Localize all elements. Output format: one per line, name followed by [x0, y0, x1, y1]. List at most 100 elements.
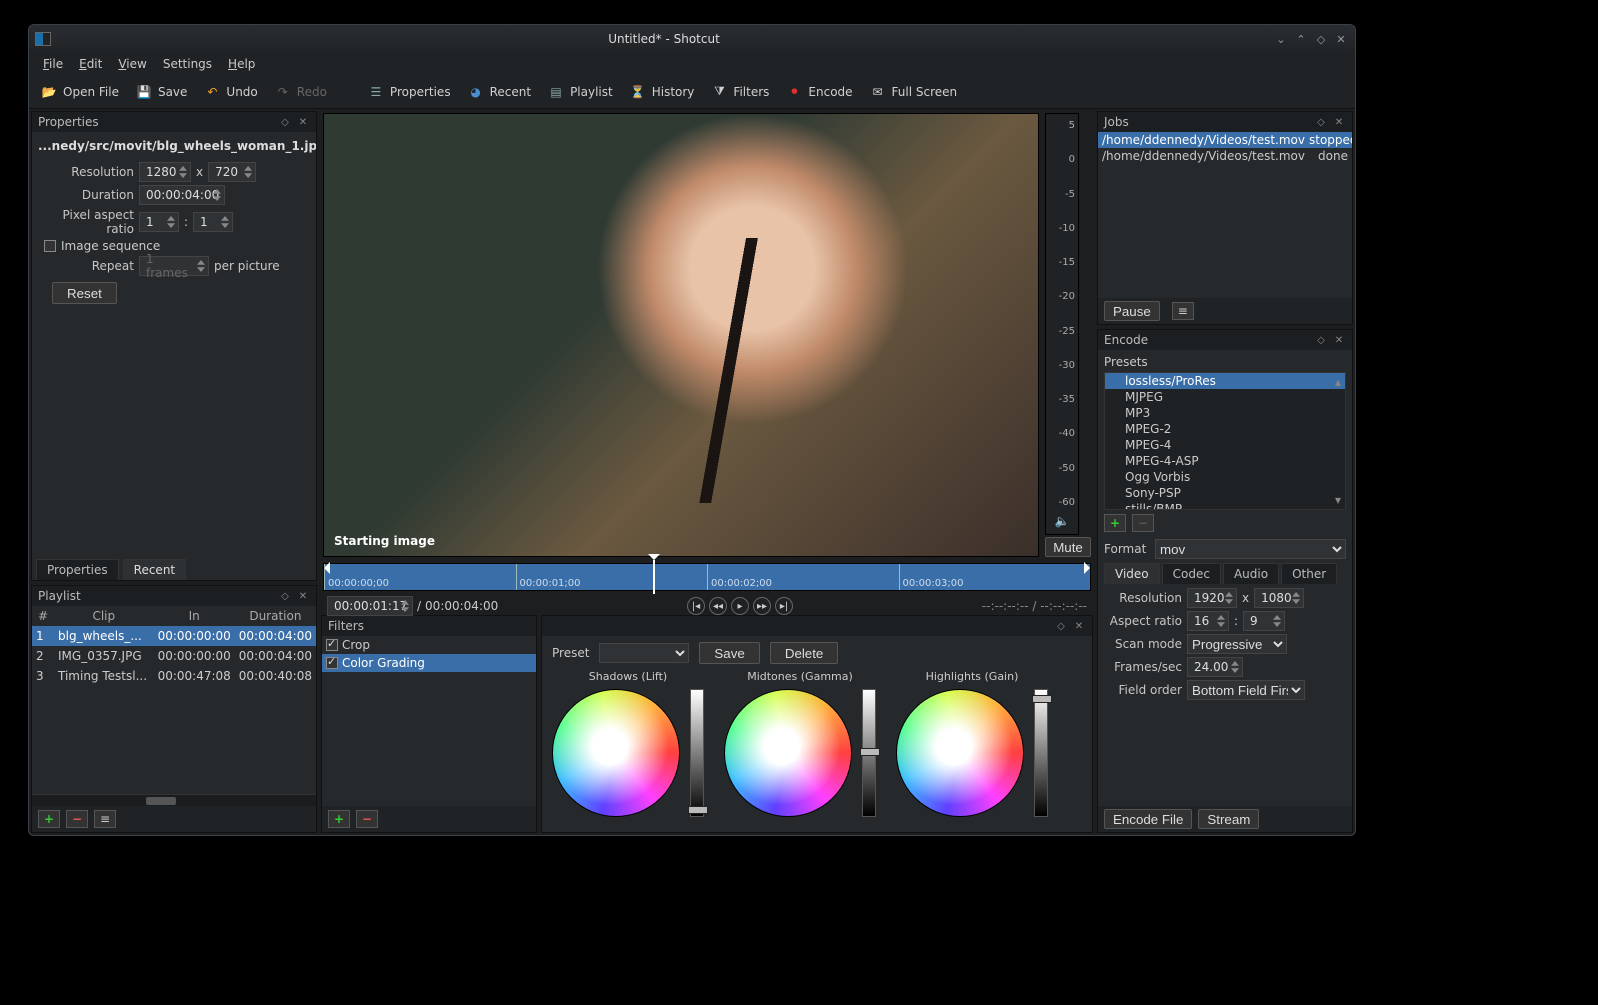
col-in[interactable]: In	[154, 606, 235, 626]
mute-button[interactable]: Mute	[1045, 537, 1091, 557]
preset-item[interactable]: Sony-PSP	[1105, 485, 1345, 501]
playlist-add-button[interactable]: +	[38, 810, 60, 828]
filter-add-button[interactable]: +	[328, 810, 350, 828]
enc-ar-a-field[interactable]: 16	[1187, 611, 1229, 631]
jobs-menu-button[interactable]: ≡	[1172, 302, 1194, 320]
tab-codec[interactable]: Codec	[1162, 563, 1221, 584]
panel-float-icon[interactable]: ◇	[278, 589, 292, 603]
timeline-ruler[interactable]: 00:00:00;0000:00:01;0000:00:02;0000:00:0…	[323, 563, 1091, 591]
tab-audio[interactable]: Audio	[1223, 563, 1279, 584]
table-row[interactable]: 3Timing Testsl...00:00:47:0800:00:40:08	[32, 666, 316, 686]
filter-item[interactable]: Color Grading	[322, 654, 536, 672]
history-button[interactable]: ⏳History	[624, 80, 700, 104]
enc-field-select[interactable]: Bottom Field First	[1187, 680, 1305, 700]
preset-item[interactable]: Ogg Vorbis	[1105, 469, 1345, 485]
shadows-wheel[interactable]	[552, 689, 680, 817]
duration-field[interactable]: 00:00:04:00	[139, 185, 225, 205]
highlights-slider[interactable]	[1034, 689, 1048, 817]
preset-item[interactable]: MJPEG	[1105, 389, 1345, 405]
preset-item[interactable]: MPEG-4	[1105, 437, 1345, 453]
filter-checkbox[interactable]	[326, 657, 338, 669]
minimize-button[interactable]: ⌄	[1273, 31, 1289, 47]
preset-delete-button[interactable]: Delete	[770, 642, 839, 664]
panel-float-icon[interactable]: ◇	[1314, 115, 1328, 129]
preset-item[interactable]: stills/BMP	[1105, 501, 1345, 510]
table-row[interactable]: 1blg_wheels_...00:00:00:0000:00:04:00	[32, 626, 316, 646]
job-row[interactable]: /home/ddennedy/Videos/test.movdone	[1098, 148, 1352, 164]
job-row[interactable]: /home/ddennedy/Videos/test.movstopped	[1098, 132, 1352, 148]
maximize-button[interactable]: ⌃	[1293, 31, 1309, 47]
redo-button[interactable]: ↷Redo	[269, 80, 332, 104]
filter-checkbox[interactable]	[326, 639, 338, 651]
resolution-height-field[interactable]: 720	[208, 162, 256, 182]
col-num[interactable]: #	[32, 606, 54, 626]
col-duration[interactable]: Duration	[235, 606, 316, 626]
enc-res-w-field[interactable]: 1920	[1187, 588, 1237, 608]
preset-item[interactable]: MPEG-2	[1105, 421, 1345, 437]
menu-view[interactable]: View	[110, 55, 154, 73]
filter-remove-button[interactable]: −	[356, 810, 378, 828]
image-sequence-checkbox[interactable]	[44, 240, 56, 252]
out-marker-icon[interactable]	[1084, 562, 1095, 574]
playlist-scrollbar[interactable]	[32, 794, 316, 806]
fullscreen-button[interactable]: ✉Full Screen	[864, 80, 963, 104]
panel-close-icon[interactable]: ✕	[1332, 115, 1346, 129]
enc-scan-select[interactable]: Progressive	[1187, 634, 1287, 654]
current-timecode-field[interactable]: 00:00:01:17	[327, 596, 413, 616]
panel-float-icon[interactable]: ◇	[278, 115, 292, 129]
tab-video[interactable]: Video	[1104, 563, 1160, 584]
scroll-down-icon[interactable]: ▾	[1335, 493, 1343, 507]
undo-button[interactable]: ↶Undo	[198, 80, 262, 104]
reset-button[interactable]: Reset	[52, 282, 117, 304]
preset-remove-button[interactable]: −	[1132, 514, 1154, 532]
save-button[interactable]: 💾Save	[130, 80, 192, 104]
midtones-slider[interactable]	[862, 689, 876, 817]
panel-float-icon[interactable]: ◇	[1314, 333, 1328, 347]
col-clip[interactable]: Clip	[54, 606, 154, 626]
playlist-remove-button[interactable]: −	[66, 810, 88, 828]
jobs-pause-button[interactable]: Pause	[1104, 301, 1160, 321]
panel-close-icon[interactable]: ✕	[1072, 619, 1086, 633]
properties-button[interactable]: ☰Properties	[362, 80, 456, 104]
video-preview[interactable]: Starting image	[323, 113, 1039, 557]
close-button[interactable]: ✕	[1333, 31, 1349, 47]
panel-close-icon[interactable]: ✕	[296, 589, 310, 603]
preset-add-button[interactable]: +	[1104, 514, 1126, 532]
panel-close-icon[interactable]: ✕	[1332, 333, 1346, 347]
resolution-width-field[interactable]: 1280	[139, 162, 191, 182]
playlist-button[interactable]: ▤Playlist	[542, 80, 618, 104]
tab-properties[interactable]: Properties	[36, 559, 119, 580]
recent-button[interactable]: ◕Recent	[462, 80, 536, 104]
playhead[interactable]	[653, 560, 655, 594]
midtones-wheel[interactable]	[724, 689, 852, 817]
playlist-menu-button[interactable]: ≡	[94, 810, 116, 828]
preset-select[interactable]	[599, 643, 689, 663]
table-row[interactable]: 2IMG_0357.JPG00:00:00:0000:00:04:00	[32, 646, 316, 666]
menu-edit[interactable]: Edit	[71, 55, 110, 73]
shadows-slider[interactable]	[690, 689, 704, 817]
menu-help[interactable]: Help	[220, 55, 263, 73]
par-a-field[interactable]: 1	[139, 212, 179, 232]
panel-float-icon[interactable]: ◇	[1054, 619, 1068, 633]
enc-ar-b-field[interactable]: 9	[1243, 611, 1285, 631]
par-b-field[interactable]: 1	[193, 212, 233, 232]
highlights-wheel[interactable]	[896, 689, 1024, 817]
preset-item[interactable]: lossless/ProRes	[1105, 373, 1345, 389]
restore-button[interactable]: ◇	[1313, 31, 1329, 47]
encode-file-button[interactable]: Encode File	[1104, 809, 1192, 829]
panel-close-icon[interactable]: ✕	[296, 115, 310, 129]
repeat-field[interactable]: 1 frames	[139, 256, 209, 276]
filter-item[interactable]: Crop	[322, 636, 536, 654]
open-file-button[interactable]: 📂Open File	[35, 80, 124, 104]
menu-file[interactable]: File	[35, 55, 71, 73]
enc-fps-field[interactable]: 24.00	[1187, 657, 1243, 677]
preset-save-button[interactable]: Save	[699, 642, 759, 664]
volume-icon[interactable]: 🔈	[1047, 514, 1077, 532]
preset-item[interactable]: MPEG-4-ASP	[1105, 453, 1345, 469]
menu-settings[interactable]: Settings	[155, 55, 220, 73]
scroll-up-icon[interactable]: ▴	[1335, 375, 1343, 389]
format-select[interactable]: mov	[1155, 539, 1346, 559]
tab-other[interactable]: Other	[1281, 563, 1337, 584]
preset-item[interactable]: MP3	[1105, 405, 1345, 421]
encode-button[interactable]: ⏺Encode	[780, 80, 857, 104]
